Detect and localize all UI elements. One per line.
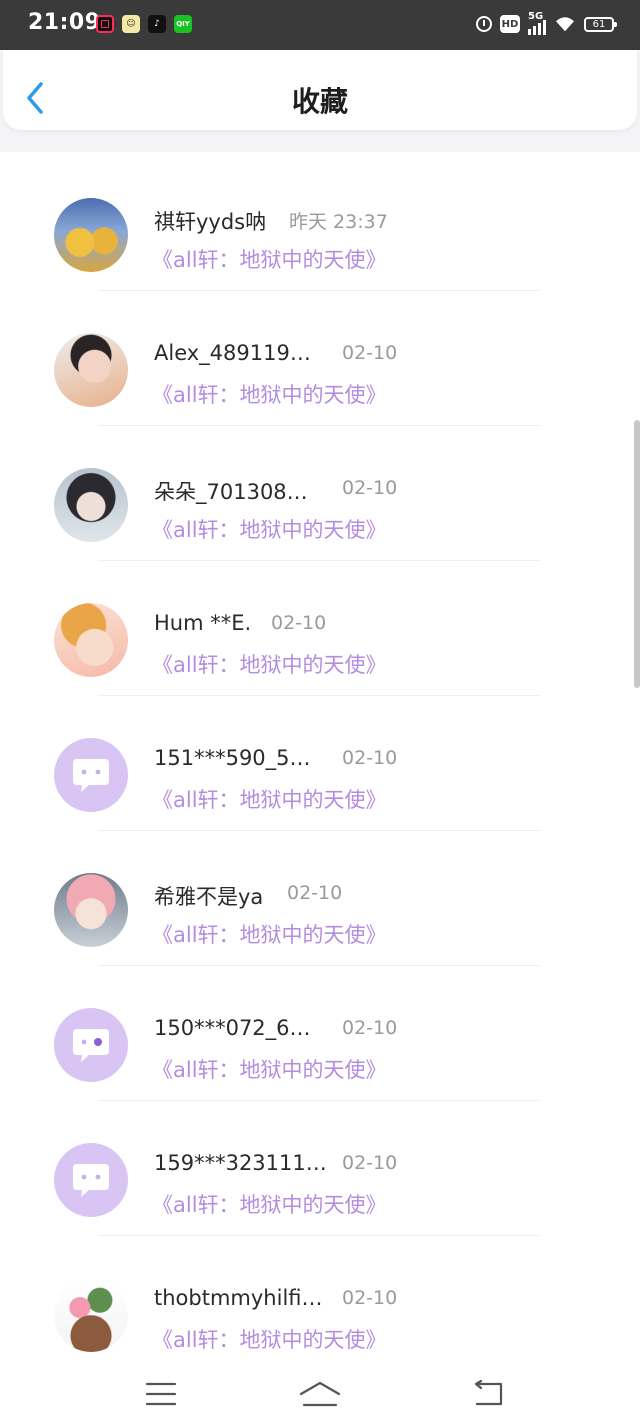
- user-name: thobtmmyhilfi…: [154, 1286, 323, 1310]
- list-item[interactable]: thobtmmyhilfi… 02-10 《all轩：地狱中的天使》: [0, 1232, 640, 1362]
- signal-icon: 5G: [528, 11, 546, 35]
- list-item[interactable]: Alex_489119… 02-10 《all轩：地狱中的天使》: [0, 287, 640, 426]
- post-time: 02-10: [342, 477, 398, 499]
- favorites-list[interactable]: 祺轩yyds呐 昨天 23:37 《all轩：地狱中的天使》 Alex_4891…: [0, 152, 640, 1362]
- book-title[interactable]: 《all轩：地狱中的天使》: [152, 1189, 387, 1219]
- list-item[interactable]: 祺轩yyds呐 昨天 23:37 《all轩：地狱中的天使》: [0, 152, 640, 291]
- menu-icon: [145, 1382, 177, 1406]
- list-item[interactable]: 151***590_5… 02-10 《all轩：地狱中的天使》: [0, 692, 640, 831]
- user-name: 151***590_5…: [154, 746, 311, 770]
- user-name: 祺轩yyds呐: [154, 210, 267, 234]
- hd-icon: HD: [500, 15, 520, 33]
- avatar[interactable]: [54, 738, 128, 812]
- chat-bubble-icon: [73, 1164, 109, 1197]
- book-title[interactable]: 《all轩：地狱中的天使》: [152, 784, 387, 814]
- avatar[interactable]: [54, 198, 128, 272]
- wifi-icon: [556, 17, 574, 32]
- avatar[interactable]: [54, 873, 128, 947]
- chat-bubble-icon: [73, 1029, 109, 1062]
- post-time: 02-10: [271, 612, 327, 634]
- avatar[interactable]: [54, 1143, 128, 1217]
- system-nav-bar: [0, 1362, 640, 1427]
- return-icon: [474, 1380, 503, 1406]
- network-type-label: 5G: [528, 11, 544, 22]
- avatar[interactable]: [54, 468, 128, 542]
- avatar[interactable]: [54, 603, 128, 677]
- user-name: Alex_489119…: [154, 341, 311, 365]
- scrollbar[interactable]: [634, 420, 640, 688]
- post-time: 02-10: [342, 1287, 398, 1309]
- status-time: 21:09: [28, 10, 101, 35]
- book-title[interactable]: 《all轩：地狱中的天使》: [152, 1054, 387, 1084]
- home-button[interactable]: [295, 1374, 345, 1414]
- book-title[interactable]: 《all轩：地狱中的天使》: [152, 649, 387, 679]
- book-title[interactable]: 《all轩：地狱中的天使》: [152, 379, 387, 409]
- post-time: 02-10: [342, 1152, 398, 1174]
- battery-icon: 61: [584, 16, 617, 32]
- list-item[interactable]: 朵朵_701308… 02-10 《all轩：地狱中的天使》: [0, 422, 640, 561]
- avatar[interactable]: [54, 333, 128, 407]
- book-title[interactable]: 《all轩：地狱中的天使》: [152, 514, 387, 544]
- back-nav-button[interactable]: [463, 1374, 513, 1414]
- book-title[interactable]: 《all轩：地狱中的天使》: [152, 1324, 387, 1354]
- alarm-icon: [476, 16, 492, 32]
- user-name: 159***323111…: [154, 1151, 327, 1175]
- user-name: 150***072_6…: [154, 1016, 311, 1040]
- tiktok-notification-icon: ♪: [148, 15, 166, 33]
- book-title[interactable]: 《all轩：地狱中的天使》: [152, 919, 387, 949]
- battery-level: 61: [592, 18, 606, 30]
- chat-bubble-icon: [73, 759, 109, 792]
- status-bar: 21:09 ☺ ♪ QIY HD 5G 61: [0, 0, 640, 50]
- post-time: 昨天 23:37: [289, 211, 388, 233]
- home-icon: [299, 1381, 341, 1407]
- page-title: 收藏: [291, 85, 348, 118]
- avatar[interactable]: [54, 1278, 128, 1352]
- user-name: 朵朵_701308…: [154, 480, 308, 504]
- post-time: 02-10: [342, 747, 398, 769]
- post-time: 02-10: [342, 1017, 398, 1039]
- list-item[interactable]: 159***323111… 02-10 《all轩：地狱中的天使》: [0, 1097, 640, 1236]
- menu-button[interactable]: [136, 1374, 186, 1414]
- avatar[interactable]: [54, 1008, 128, 1082]
- video-app-notification-icon: [96, 15, 114, 33]
- iqiyi-notification-icon: QIY: [174, 15, 192, 33]
- user-name: 希雅不是ya: [154, 885, 264, 909]
- list-item[interactable]: 希雅不是ya 02-10 《all轩：地狱中的天使》: [0, 827, 640, 966]
- post-time: 02-10: [342, 342, 398, 364]
- notification-icons: ☺ ♪ QIY: [96, 15, 192, 33]
- list-item[interactable]: Hum **E. 02-10 《all轩：地狱中的天使》: [0, 557, 640, 696]
- post-time: 02-10: [287, 882, 343, 904]
- system-icons: HD 5G 61: [476, 11, 617, 35]
- book-title[interactable]: 《all轩：地狱中的天使》: [152, 244, 387, 274]
- user-name: Hum **E.: [154, 611, 252, 635]
- list-item[interactable]: 150***072_6… 02-10 《all轩：地狱中的天使》: [0, 962, 640, 1101]
- face-app-notification-icon: ☺: [122, 15, 140, 33]
